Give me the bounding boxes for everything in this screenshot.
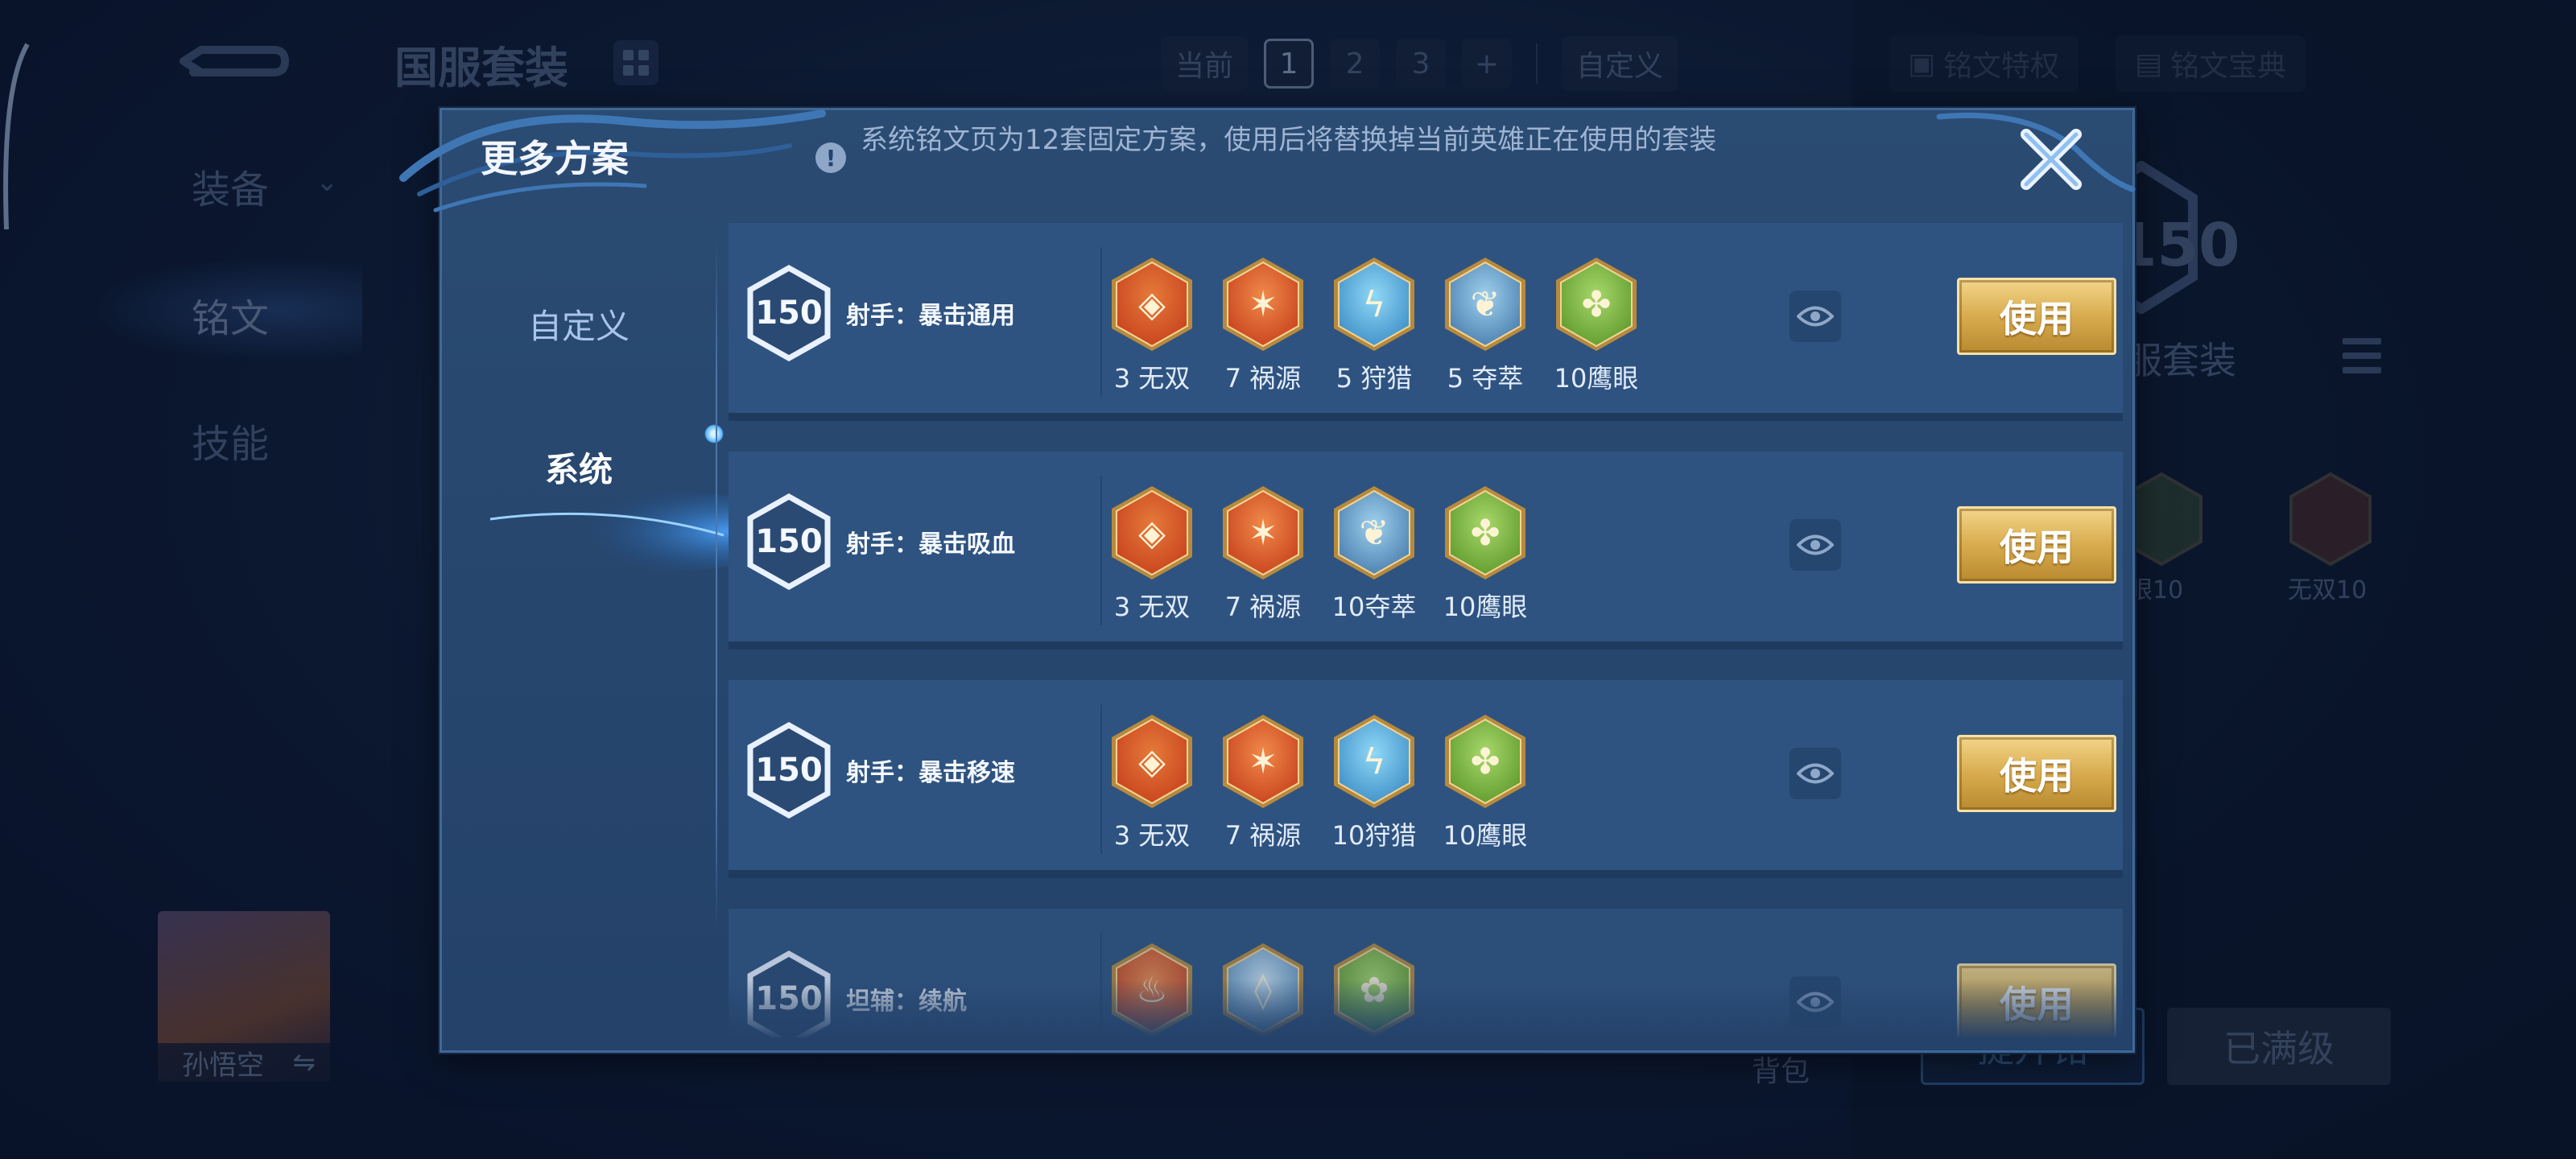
use-button[interactable]: 使用 <box>1957 506 2116 584</box>
rune-item: ❦ 5 夺萃 <box>1440 255 1530 400</box>
rune-item: ✤ 10鹰眼 <box>1440 712 1530 857</box>
svg-text:✤: ✤ <box>1471 513 1501 554</box>
svg-text:ϟ: ϟ <box>1362 741 1385 782</box>
rune-item: ✶ 7 祸源 <box>1218 484 1308 629</box>
rune-label: 7 祸源 <box>1224 363 1302 394</box>
rune-label: 5 狩猎 <box>1335 363 1413 394</box>
rune-item: ϟ 5 狩猎 <box>1329 255 1419 400</box>
plan-row: 150 射手：暴击移速 ◈ 3 无双 ✶ 7 祸源 ϟ 10狩猎 ✤ 10鹰眼 … <box>729 680 2123 878</box>
notice-text: 系统铭文页为12套固定方案，使用后将替换掉当前英雄正在使用的套装 <box>861 124 1717 156</box>
rune-item: ◈ 3 无双 <box>1107 484 1197 629</box>
tab-divider <box>716 239 717 931</box>
tab-system[interactable]: 系统 <box>442 431 716 503</box>
eye-icon <box>1797 306 1834 327</box>
svg-text:✶: ✶ <box>1249 284 1278 325</box>
rune-item: ✤ 10鹰眼 <box>1440 484 1530 629</box>
plan-list[interactable]: 150 射手：暴击通用 ◈ 3 无双 ✶ 7 祸源 ϟ 5 狩猎 ❦ 5 夺萃 … <box>729 223 2123 1037</box>
rune-label: 10狩猎 <box>1331 820 1417 851</box>
rune-group: ◈ 3 无双 ✶ 7 祸源 ❦ 10夺萃 ✤ 10鹰眼 <box>1107 484 1530 629</box>
rune-label: 10鹰眼 <box>1443 820 1528 851</box>
rune-item: ◈ 3 无双 <box>1107 712 1197 857</box>
rune-label: 10鹰眼 <box>1554 363 1639 394</box>
plan-level: 150 <box>755 752 823 789</box>
eye-icon <box>1797 534 1834 555</box>
modal-header: 更多方案 ! 系统铭文页为12套固定方案，使用后将替换掉当前英雄正在使用的套装 <box>399 109 2136 223</box>
tab-active-dot <box>704 424 724 443</box>
rune-item: ✤ 10鹰眼 <box>1551 255 1641 400</box>
rune-label: 3 无双 <box>1113 820 1191 851</box>
rune-label: 7 祸源 <box>1224 820 1302 851</box>
rune-item: ✶ 7 祸源 <box>1218 255 1308 400</box>
rune-group: ◈ 3 无双 ✶ 7 祸源 ϟ 5 狩猎 ❦ 5 夺萃 ✤ 10鹰眼 <box>1107 255 1641 400</box>
rune-label: 10夺萃 <box>1331 592 1417 622</box>
more-plans-modal: 更多方案 ! 系统铭文页为12套固定方案，使用后将替换掉当前英雄正在使用的套装 … <box>399 108 2136 1053</box>
svg-text:❦: ❦ <box>1360 513 1389 554</box>
rune-item: ✶ 7 祸源 <box>1218 712 1308 857</box>
rune-label: 7 祸源 <box>1224 592 1302 622</box>
plan-name: 射手：暴击移速 <box>846 759 1015 787</box>
plan-tabs: 自定义 系统 <box>442 223 756 1028</box>
list-fade <box>729 980 2123 1044</box>
rune-label: 5 夺萃 <box>1447 363 1524 394</box>
rune-group: ◈ 3 无双 ✶ 7 祸源 ϟ 10狩猎 ✤ 10鹰眼 <box>1107 712 1530 857</box>
rune-label: 10鹰眼 <box>1443 592 1528 622</box>
info-icon: ! <box>815 142 846 173</box>
svg-text:❦: ❦ <box>1471 284 1501 325</box>
rune-label: 3 无双 <box>1113 363 1191 394</box>
rune-label: 3 无双 <box>1113 592 1191 622</box>
eye-icon <box>1797 763 1834 784</box>
close-icon[interactable] <box>2015 123 2087 196</box>
rune-item: ◈ 3 无双 <box>1107 255 1197 400</box>
plan-name: 射手：暴击吸血 <box>846 530 1015 559</box>
svg-text:◈: ◈ <box>1138 284 1166 325</box>
plan-row: 150 射手：暴击吸血 ◈ 3 无双 ✶ 7 祸源 ❦ 10夺萃 ✤ 10鹰眼 … <box>729 452 2123 650</box>
plan-level: 150 <box>755 295 823 332</box>
svg-text:◈: ◈ <box>1138 513 1166 554</box>
tab-custom[interactable]: 自定义 <box>442 287 716 360</box>
use-button[interactable]: 使用 <box>1957 278 2116 355</box>
use-button[interactable]: 使用 <box>1957 735 2116 812</box>
preview-eye-button[interactable] <box>1790 291 1841 342</box>
svg-text:✶: ✶ <box>1249 513 1278 554</box>
svg-text:✶: ✶ <box>1249 741 1278 782</box>
rune-item: ϟ 10狩猎 <box>1329 712 1419 857</box>
plan-name: 射手：暴击通用 <box>846 302 1015 330</box>
svg-text:✤: ✤ <box>1582 284 1612 325</box>
svg-text:✤: ✤ <box>1471 741 1501 782</box>
modal-title: 更多方案 <box>481 137 629 180</box>
plan-level: 150 <box>755 523 823 560</box>
rune-item: ❦ 10夺萃 <box>1329 484 1419 629</box>
svg-text:ϟ: ϟ <box>1362 284 1385 325</box>
preview-eye-button[interactable] <box>1790 519 1841 571</box>
plan-row: 150 射手：暴击通用 ◈ 3 无双 ✶ 7 祸源 ϟ 5 狩猎 ❦ 5 夺萃 … <box>729 223 2123 421</box>
preview-eye-button[interactable] <box>1790 748 1841 799</box>
svg-text:◈: ◈ <box>1138 741 1166 782</box>
